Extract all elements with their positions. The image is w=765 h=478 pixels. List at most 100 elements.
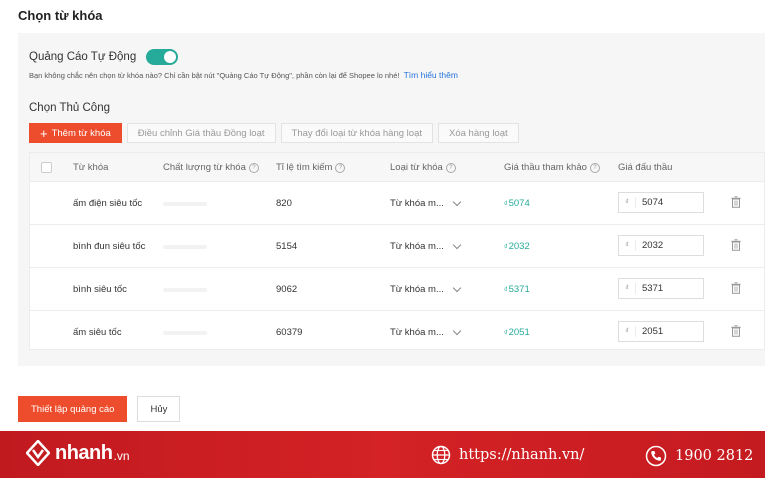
currency-symbol: ₫ (504, 330, 508, 337)
table-body: ấm điện siêu tốc 820 Từ khóa m... ₫5074 ₫ 507… (30, 182, 764, 353)
currency-symbol: ₫ (504, 201, 508, 208)
currency-symbol: ₫ (619, 283, 636, 294)
manual-toolbar: + Thêm từ khóa Điều chỉnh Giá thầu Đồng … (29, 123, 524, 143)
header-bid: Giá đấu thầu (618, 162, 672, 173)
chevron-down-icon (452, 326, 462, 336)
search-rate-cell: 5154 (276, 241, 298, 252)
table-row: bình đun siêu tốc 5154 Từ khóa m... ₫2032 ₫ 2… (30, 225, 764, 268)
logo-text: nhanh (55, 441, 113, 464)
chevron-down-icon (452, 283, 462, 293)
phone-icon (645, 445, 667, 467)
auto-ads-label: Quảng Cáo Tự Động (29, 51, 137, 63)
keyword-type-value: Từ khóa m... (390, 241, 444, 252)
chevron-down-icon (452, 240, 462, 250)
bid-input[interactable]: ₫ 2032 (618, 235, 704, 256)
trash-icon[interactable] (731, 239, 741, 251)
ref-bid-value: 2051 (508, 327, 530, 338)
table-row: bình siêu tốc 9062 Từ khóa m... ₫5371 ₫ 5371 (30, 268, 764, 311)
search-rate-cell: 9062 (276, 284, 298, 295)
currency-symbol: ₫ (619, 326, 636, 337)
website-text: https://nhanh.vn/ (459, 447, 585, 463)
keyword-cell: ấm điện siêu tốc (73, 198, 143, 209)
keyword-cell: ấm siêu tốc (73, 327, 122, 338)
plus-icon: + (40, 125, 48, 141)
ref-bid-cell[interactable]: ₫2051 (504, 327, 530, 338)
keyword-type-value: Từ khóa m... (390, 327, 444, 338)
keyword-table: Từ khóa Chất lượng từ khóa? Tỉ lệ tìm ki… (29, 152, 765, 350)
keyword-type-select[interactable]: Từ khóa m... (390, 326, 462, 338)
keyword-type-select[interactable]: Từ khóa m... (390, 240, 462, 252)
keyword-cell: bình siêu tốc (73, 284, 127, 295)
select-all-checkbox[interactable] (41, 162, 52, 173)
keyword-type-select[interactable]: Từ khóa m... (390, 283, 462, 295)
header-search-rate: Tỉ lệ tìm kiếm? (276, 162, 346, 173)
auto-ads-row: Quảng Cáo Tự Động (29, 49, 179, 65)
auto-ads-toggle[interactable] (146, 49, 179, 65)
header-keyword-label: Từ khóa (73, 162, 109, 173)
quality-bar (163, 245, 207, 249)
search-rate-cell: 820 (276, 198, 292, 209)
header-type-label: Loại từ khóa (390, 162, 443, 173)
phone-text: 1900 2812 (675, 448, 754, 464)
change-type-button[interactable]: Thay đổi loại từ khóa hàng loạt (280, 123, 433, 143)
learn-more-link[interactable]: Tìm hiểu thêm (404, 70, 458, 80)
bid-input[interactable]: ₫ 2051 (618, 321, 704, 342)
trash-icon[interactable] (731, 196, 741, 208)
keyword-type-value: Từ khóa m... (390, 284, 444, 295)
website-link[interactable]: https://nhanh.vn/ (431, 445, 584, 465)
nhanh-logo: nhanh .vn (26, 440, 130, 466)
toggle-knob (164, 51, 177, 63)
header-ref-bid: Giá thầu tham khảo? (504, 162, 600, 173)
ref-bid-value: 2032 (508, 241, 530, 252)
keyword-cell: bình đun siêu tốc (73, 241, 146, 252)
header-quality-label: Chất lượng từ khóa (163, 162, 246, 173)
phone-link[interactable]: 1900 2812 (645, 445, 753, 467)
table-header: Từ khóa Chất lượng từ khóa? Tỉ lệ tìm ki… (30, 153, 764, 182)
ref-bid-cell[interactable]: ₫2032 (504, 241, 530, 252)
help-icon[interactable]: ? (335, 162, 346, 173)
setup-ads-button[interactable]: Thiết lập quảng cáo (18, 396, 128, 422)
currency-symbol: ₫ (619, 240, 636, 251)
ref-bid-value: 5074 (508, 198, 530, 209)
quality-bar (163, 202, 207, 206)
adjust-bid-button[interactable]: Điều chỉnh Giá thầu Đồng loạt (126, 123, 276, 143)
ref-bid-cell[interactable]: ₫5074 (504, 198, 530, 209)
bulk-delete-button[interactable]: Xóa hàng loạt (438, 123, 519, 143)
footer-actions: Thiết lập quảng cáo Hủy (18, 396, 190, 422)
currency-symbol: ₫ (619, 197, 636, 208)
bid-input[interactable]: ₫ 5074 (618, 192, 704, 213)
table-row: ấm điện siêu tốc 820 Từ khóa m... ₫5074 ₫ 507… (30, 182, 764, 225)
keyword-type-value: Từ khóa m... (390, 198, 444, 209)
bid-input[interactable]: ₫ 5371 (618, 278, 704, 299)
bid-value: 2032 (642, 240, 664, 251)
help-icon[interactable]: ? (445, 162, 456, 173)
header-bid-label: Giá đấu thầu (618, 162, 673, 173)
logo-suffix: .vn (113, 449, 130, 463)
header-quality: Chất lượng từ khóa? (163, 162, 259, 173)
bid-value: 5371 (642, 283, 664, 294)
trash-icon[interactable] (731, 282, 741, 294)
chevron-down-icon (452, 197, 462, 207)
currency-symbol: ₫ (504, 244, 508, 251)
table-row: ấm siêu tốc 60379 Từ khóa m... ₫2051 ₫ 2051 (30, 311, 764, 353)
keyword-panel: Quảng Cáo Tự Động Bạn không chắc nên chọ… (18, 33, 765, 366)
header-search-rate-label: Tỉ lệ tìm kiếm (276, 162, 333, 173)
help-icon[interactable]: ? (589, 162, 600, 173)
trash-icon[interactable] (731, 325, 741, 337)
help-icon[interactable]: ? (248, 162, 259, 173)
header-ref-bid-label: Giá thầu tham khảo (504, 162, 587, 173)
ref-bid-value: 5371 (508, 284, 530, 295)
search-rate-cell: 60379 (276, 327, 303, 338)
section-title: Chọn từ khóa (18, 8, 103, 23)
add-keyword-button[interactable]: + Thêm từ khóa (29, 123, 122, 143)
cancel-button[interactable]: Hủy (137, 396, 181, 422)
nhanh-logo-icon (26, 440, 50, 466)
ref-bid-cell[interactable]: ₫5371 (504, 284, 530, 295)
currency-symbol: ₫ (504, 287, 508, 294)
keyword-type-select[interactable]: Từ khóa m... (390, 197, 462, 209)
header-keyword: Từ khóa (73, 162, 108, 173)
auto-ads-description-text: Bạn không chắc nên chọn từ khóa nào? Chỉ… (29, 71, 400, 80)
bid-value: 2051 (642, 326, 664, 337)
bid-value: 5074 (642, 197, 664, 208)
manual-title: Chọn Thủ Công (29, 102, 110, 114)
